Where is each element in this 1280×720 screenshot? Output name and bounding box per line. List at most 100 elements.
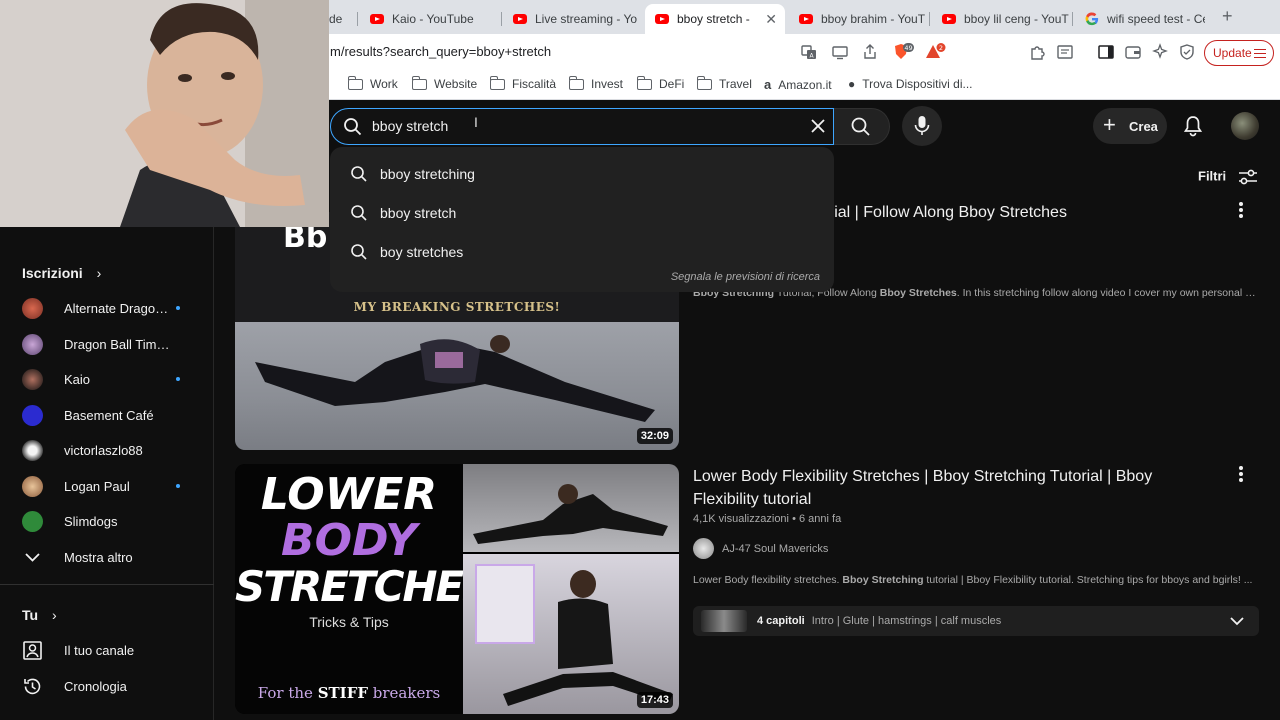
reader-mode-icon[interactable] xyxy=(1056,43,1074,61)
bookmark-label: Trova Dispositivi di... xyxy=(862,77,973,91)
video-duration: 17:43 xyxy=(636,692,673,708)
chevron-right-icon: › xyxy=(51,607,57,623)
tagline-fragment: breakers xyxy=(368,684,441,702)
channel-avatar xyxy=(22,439,43,461)
channel-avatar xyxy=(22,404,43,426)
show-more-button[interactable]: Mostra altro xyxy=(22,545,202,569)
bookmark-invest[interactable]: Invest xyxy=(568,75,623,91)
tagline-fragment: For the xyxy=(257,684,318,702)
sidebar-item-subscription[interactable]: Basement Café xyxy=(22,403,202,427)
browser-tab[interactable]: bboy brahim - YouT xyxy=(789,4,927,34)
channel-link[interactable]: AJ-47 Soul Mavericks xyxy=(693,538,828,559)
browser-tab[interactable]: de xyxy=(329,4,357,34)
sidebar-item-subscription[interactable]: Alternate Dragon... xyxy=(22,296,202,320)
bookmark-amazon[interactable]: a Amazon.it xyxy=(764,77,832,92)
tab-title: Live streaming - Yo xyxy=(535,12,638,26)
video-thumbnail[interactable]: LOWER BODY STRETCHES Tricks & Tips For t… xyxy=(235,464,679,714)
share-icon[interactable] xyxy=(861,43,879,61)
browser-tab[interactable]: bboy lil ceng - YouT xyxy=(932,4,1070,34)
youtube-icon xyxy=(370,14,384,24)
upload-age: 6 anni fa xyxy=(798,513,842,525)
bookmark-defi[interactable]: DeFi xyxy=(636,75,685,91)
channel-avatar xyxy=(22,297,43,319)
google-icon xyxy=(1085,12,1099,26)
close-tab-icon[interactable]: ✕ xyxy=(765,11,777,28)
update-button[interactable]: Update xyxy=(1204,40,1274,66)
sidebar-item-subscription[interactable]: Kaio xyxy=(22,367,202,391)
subscriptions-header[interactable]: Iscrizioni › xyxy=(22,265,101,281)
description-fragment: . In this stretching follow along video … xyxy=(956,287,1259,299)
sidebar-toggle-icon[interactable] xyxy=(1097,43,1115,61)
history-label: Cronologia xyxy=(64,678,127,694)
sidebar-item-subscription[interactable]: Slimdogs xyxy=(22,509,202,533)
thumbnail-subtitle: Tricks & Tips xyxy=(309,614,389,630)
leo-ai-icon[interactable] xyxy=(1151,43,1169,61)
clear-search-icon[interactable] xyxy=(809,117,827,135)
youtube-icon xyxy=(513,14,527,24)
browser-tab[interactable]: Live streaming - Yo xyxy=(503,4,643,34)
microphone-icon xyxy=(914,116,930,135)
brave-rewards-icon[interactable]: 2 xyxy=(925,43,947,61)
bookmark-travel[interactable]: Travel xyxy=(696,75,752,91)
sidebar-item-subscription[interactable]: Logan Paul xyxy=(22,474,202,498)
chapters-bar[interactable]: 4 capitoli Intro | Glute | hamstrings | … xyxy=(693,606,1259,636)
more-actions-icon[interactable] xyxy=(1239,202,1243,220)
search-suggestion[interactable]: bboy stretch xyxy=(380,205,456,221)
bookmark-label: DeFi xyxy=(659,77,685,91)
folder-icon xyxy=(568,75,584,90)
search-suggestion[interactable]: bboy stretching xyxy=(380,166,475,182)
account-avatar[interactable] xyxy=(1231,112,1259,140)
chevron-down-icon[interactable] xyxy=(1229,615,1245,627)
sidebar-item-subscription[interactable]: victorlaszlo88 xyxy=(22,438,202,462)
video-title[interactable]: Lower Body Flexibility Stretches | Bboy … xyxy=(693,465,1193,511)
voice-search-button[interactable] xyxy=(902,106,942,146)
new-content-dot xyxy=(176,484,180,488)
search-icon xyxy=(351,205,367,221)
new-tab-button[interactable]: + xyxy=(1222,6,1233,27)
plus-icon: + xyxy=(1103,112,1116,137)
wallet-icon[interactable] xyxy=(1124,43,1142,61)
video-title[interactable]: orial | Follow Along Bboy Stretches xyxy=(820,201,1067,224)
search-button[interactable] xyxy=(834,108,890,145)
sidebar-item-history[interactable]: Cronologia xyxy=(22,674,202,698)
thumbnail-line-2: BODY xyxy=(281,515,417,566)
channel-icon xyxy=(23,640,42,660)
channel-avatar xyxy=(22,368,43,390)
search-query: bboy stretch xyxy=(372,118,449,134)
bookmark-work[interactable]: Work xyxy=(347,75,398,91)
extensions-icon[interactable] xyxy=(1029,43,1047,61)
browser-tab-active[interactable]: bboy stretch - ✕ xyxy=(645,4,785,34)
search-suggestion[interactable]: boy stretches xyxy=(380,244,463,260)
notifications-bell-icon[interactable] xyxy=(1183,115,1203,137)
bookmark-fiscalita[interactable]: Fiscalità xyxy=(489,75,556,91)
you-section-header[interactable]: Tu › xyxy=(22,607,57,623)
tab-title: bboy stretch - xyxy=(677,12,750,26)
brave-shield-icon[interactable]: 49 xyxy=(892,43,914,61)
channel-name: AJ-47 Soul Mavericks xyxy=(722,542,829,555)
chapters-list: Intro | Glute | hamstrings | calf muscle… xyxy=(811,615,1002,627)
description-fragment: tutorial | Bboy Flexibility tutorial. St… xyxy=(923,574,1253,586)
vpn-shield-icon[interactable] xyxy=(1178,43,1196,61)
amazon-icon: a xyxy=(764,77,772,92)
search-icon xyxy=(344,118,362,136)
menu-icon xyxy=(1254,49,1266,58)
thumbnail-caption: MY BREAKING STRETCHES! xyxy=(353,300,561,314)
youtube-icon xyxy=(655,14,669,24)
folder-icon xyxy=(696,75,712,90)
shield-count: 49 xyxy=(904,44,912,52)
sidebar-item-subscription[interactable]: Dragon Ball Timelin... xyxy=(22,332,202,356)
bookmark-website[interactable]: Website xyxy=(411,75,477,91)
chevron-down-icon xyxy=(25,552,40,562)
sidebar-item-your-channel[interactable]: Il tuo canale xyxy=(22,638,202,662)
create-button[interactable]: + Crea xyxy=(1093,108,1167,144)
report-predictions-link[interactable]: Segnala le previsioni di ricerca xyxy=(671,271,820,283)
browser-tab[interactable]: wifi speed test - Ce xyxy=(1075,4,1205,34)
cast-icon[interactable] xyxy=(831,43,849,61)
browser-tab[interactable]: Kaio - YouTube xyxy=(360,4,500,34)
more-actions-icon[interactable] xyxy=(1239,466,1243,484)
translate-icon[interactable]: A xyxy=(800,43,818,61)
bookmark-trova-dispositivi[interactable]: ● Trova Dispositivi di... xyxy=(848,77,973,91)
url-field[interactable]: m/results?search_query=bboy+stretch xyxy=(330,44,551,59)
separator-dot: • xyxy=(792,513,799,525)
filters-button[interactable]: Filtri xyxy=(1198,168,1258,186)
